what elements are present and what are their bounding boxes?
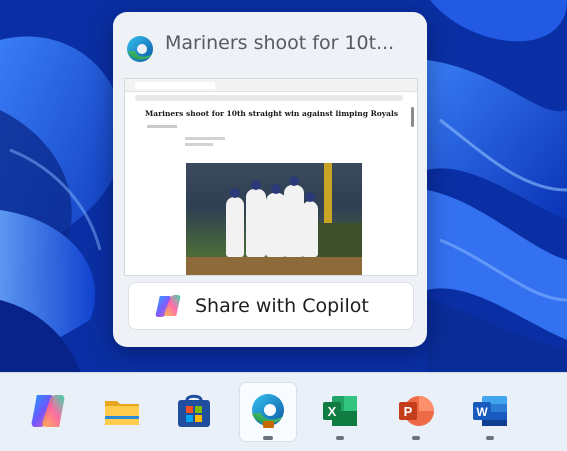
window-thumbnail[interactable]: Mariners shoot for 10th straight win aga… <box>124 78 418 276</box>
thumbnail-byline <box>147 125 177 128</box>
taskbar-item-microsoft-store[interactable] <box>166 383 222 441</box>
share-with-copilot-label: Share with Copilot <box>195 295 369 317</box>
thumbnail-scrollbar <box>411 107 414 127</box>
photo-player <box>226 188 244 257</box>
photo-ground <box>186 257 362 275</box>
word-running-indicator <box>486 436 494 440</box>
svg-text:P: P <box>404 404 413 419</box>
excel-running-indicator <box>336 436 344 440</box>
taskbar-preview-popup[interactable]: Mariners shoot for 10t... Mariners shoot… <box>113 12 427 347</box>
thumbnail-meta-line <box>185 137 225 140</box>
taskbar-item-edge[interactable] <box>240 383 296 441</box>
thumbnail-tab <box>135 82 215 89</box>
powerpoint-icon: P <box>399 396 434 426</box>
edge-icon <box>252 394 284 428</box>
preview-header: Mariners shoot for 10t... <box>113 12 427 78</box>
copilot-icon <box>31 395 65 427</box>
taskbar-item-powerpoint[interactable]: P <box>388 383 444 441</box>
thumbnail-article-headline: Mariners shoot for 10th straight win aga… <box>145 109 399 118</box>
folder-icon <box>105 401 139 425</box>
thumbnail-article-photo <box>186 163 362 275</box>
svg-text:W: W <box>476 405 488 419</box>
excel-icon: X <box>323 396 357 426</box>
photo-player <box>246 180 266 257</box>
edge-icon <box>127 36 153 62</box>
share-with-copilot-button[interactable]: Share with Copilot <box>128 282 414 330</box>
taskbar-item-word[interactable]: W <box>462 383 518 441</box>
photo-player <box>266 184 286 257</box>
photo-player <box>302 192 318 257</box>
taskbar-item-copilot[interactable] <box>20 383 76 441</box>
taskbar-item-excel[interactable]: X <box>312 383 368 441</box>
copilot-icon <box>155 295 181 317</box>
preview-window-title: Mariners shoot for 10t... <box>165 32 395 54</box>
thumbnail-address-bar <box>135 95 403 101</box>
edge-running-indicator <box>263 436 273 440</box>
powerpoint-running-indicator <box>412 436 420 440</box>
thumbnail-meta-line <box>185 143 213 146</box>
store-icon <box>178 394 210 427</box>
photo-player <box>284 176 304 257</box>
taskbar-item-file-explorer[interactable] <box>94 383 150 441</box>
word-icon: W <box>473 396 507 426</box>
thumbnail-browser-chrome <box>125 79 417 92</box>
taskbar: X P W <box>0 372 567 451</box>
svg-text:X: X <box>328 404 337 419</box>
